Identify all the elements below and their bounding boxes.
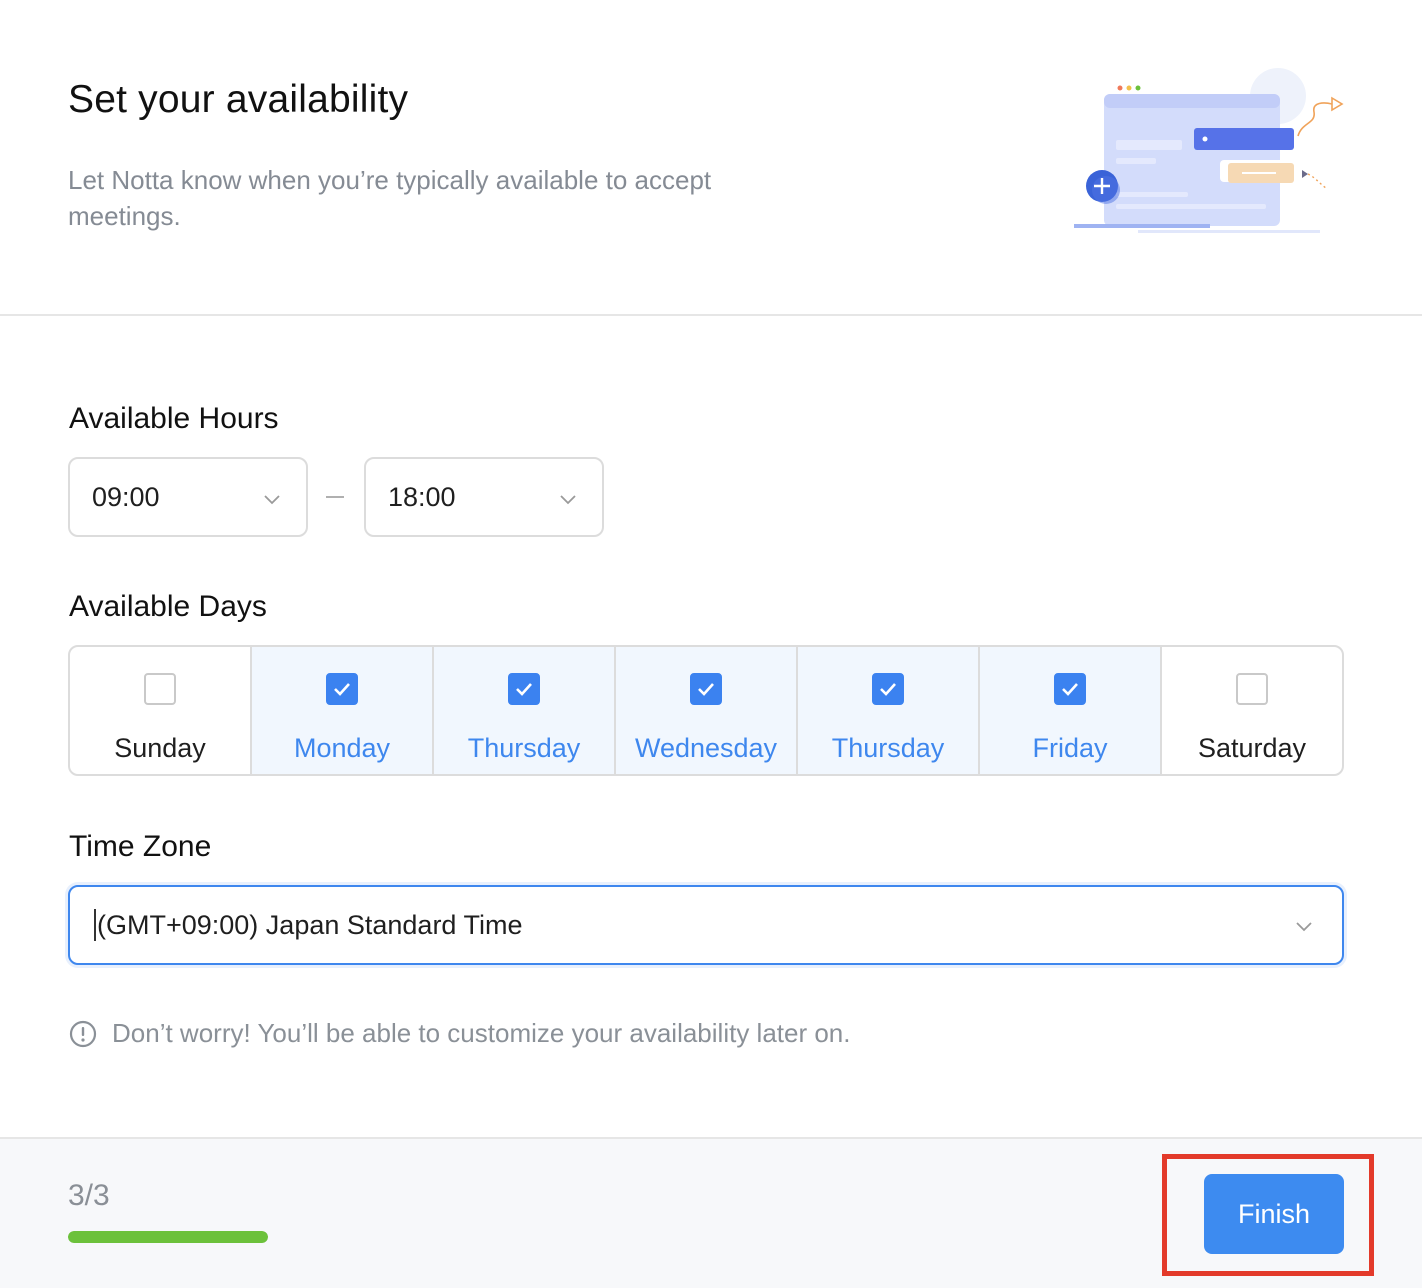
calendar-illustration — [1074, 68, 1344, 233]
time-zone-label: Time Zone — [69, 830, 212, 863]
chevron-down-icon — [264, 495, 280, 505]
checkbox[interactable] — [144, 673, 176, 705]
day-option[interactable]: Saturday — [1162, 647, 1342, 774]
time-range-separator — [326, 496, 344, 498]
checkbox[interactable] — [326, 673, 358, 705]
check-icon — [334, 683, 350, 696]
finish-button[interactable]: Finish — [1204, 1174, 1344, 1254]
time-zone-value: (GMT+09:00) Japan Standard Time — [97, 909, 523, 940]
day-option[interactable]: Thursday — [434, 647, 616, 774]
page-title: Set your availability — [68, 78, 409, 121]
checkbox[interactable] — [508, 673, 540, 705]
end-time-value: 18:00 — [388, 481, 456, 512]
day-label: Friday — [1032, 733, 1108, 763]
day-label: Sunday — [114, 733, 206, 763]
footer: 3/3 Finish — [0, 1137, 1422, 1288]
step-indicator: 3/3 — [68, 1179, 110, 1212]
page-subtitle: Let Notta know when you’re typically ava… — [68, 165, 712, 231]
checkbox[interactable] — [872, 673, 904, 705]
day-option[interactable]: Sunday — [70, 647, 252, 774]
availability-page: Set your availability Let Notta know whe… — [0, 0, 1422, 1288]
day-label: Saturday — [1197, 733, 1307, 763]
available-days-label: Available Days — [69, 590, 267, 623]
day-option[interactable]: Friday — [980, 647, 1162, 774]
chevron-down-icon — [1296, 922, 1312, 932]
check-icon — [698, 683, 714, 696]
time-zone-select[interactable]: (GMT+09:00) Japan Standard Time — [68, 885, 1344, 965]
check-icon — [1062, 683, 1078, 696]
checkbox[interactable] — [690, 673, 722, 705]
days-selector: Sunday Monday Thursday Wednesday Thursda… — [68, 645, 1344, 776]
info-note-text: Don’t worry! You’ll be able to customize… — [112, 1018, 851, 1048]
progress-fill — [68, 1231, 268, 1243]
check-icon — [516, 683, 532, 696]
day-label: Thursday — [467, 733, 581, 763]
text-cursor — [94, 909, 96, 941]
start-time-select[interactable]: 09:00 — [68, 457, 308, 537]
info-icon — [69, 1020, 97, 1047]
available-hours-label: Available Hours — [69, 402, 279, 435]
day-label: Monday — [293, 733, 391, 763]
progress-bar — [68, 1231, 268, 1243]
check-icon — [880, 683, 896, 696]
end-time-select[interactable]: 18:00 — [364, 457, 604, 537]
info-note: Don’t worry! You’ll be able to customize… — [68, 1018, 851, 1049]
day-option[interactable]: Monday — [252, 647, 434, 774]
start-time-value: 09:00 — [92, 481, 160, 512]
day-option[interactable]: Wednesday — [616, 647, 798, 774]
checkbox[interactable] — [1054, 673, 1086, 705]
chevron-down-icon — [560, 495, 576, 505]
checkbox[interactable] — [1236, 673, 1268, 705]
day-option[interactable]: Thursday — [798, 647, 980, 774]
header: Set your availability Let Notta know whe… — [0, 0, 1422, 316]
day-label: Wednesday — [634, 733, 778, 763]
day-label: Thursday — [831, 733, 945, 763]
